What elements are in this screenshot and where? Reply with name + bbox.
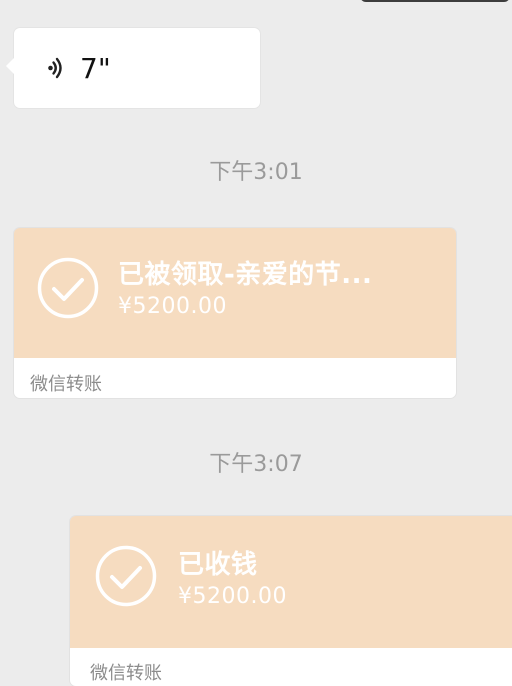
voice-duration: 7"	[80, 52, 111, 85]
wechat-transfer-card[interactable]: 已收钱 ¥5200.00 微信转账	[70, 516, 512, 686]
transfer-amount: ¥5200.00	[118, 294, 227, 319]
checkmark-circle-icon	[36, 256, 100, 320]
top-edge-avatar	[360, 0, 510, 2]
transfer-footer-label: 微信转账	[30, 374, 102, 395]
timestamp: 下午3:01	[209, 160, 303, 185]
transfer-status-title: 已收钱	[178, 550, 258, 580]
voice-wave-icon	[44, 55, 70, 81]
transfer-amount: ¥5200.00	[178, 584, 287, 609]
transfer-footer-label: 微信转账	[90, 663, 162, 684]
wechat-transfer-card[interactable]: 已被领取-亲爱的节... ¥5200.00 微信转账	[14, 228, 456, 398]
checkmark-circle-icon	[94, 544, 158, 608]
timestamp: 下午3:07	[209, 452, 303, 477]
transfer-status-title: 已被领取-亲爱的节...	[118, 260, 373, 290]
